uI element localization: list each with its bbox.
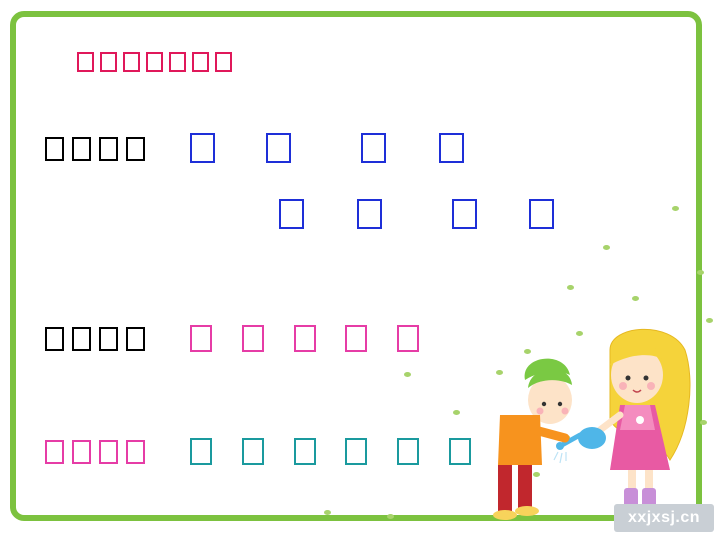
row-1-item bbox=[190, 133, 215, 163]
title-glyph bbox=[123, 52, 140, 72]
title-glyph bbox=[77, 52, 94, 72]
leaf-decoration bbox=[567, 285, 574, 290]
leaf-decoration bbox=[603, 245, 610, 250]
title-glyph bbox=[146, 52, 163, 72]
leaf-decoration bbox=[324, 510, 331, 515]
row-2-label bbox=[45, 327, 145, 351]
row-2-item bbox=[242, 325, 264, 352]
row-2-item bbox=[397, 325, 419, 352]
girl-figure bbox=[596, 328, 691, 510]
row-3-label bbox=[45, 440, 145, 464]
row-3-label-glyph bbox=[99, 440, 118, 464]
row-2-item bbox=[345, 325, 367, 352]
slide-title bbox=[77, 52, 232, 72]
two-children-watering-plant-illustration bbox=[493, 328, 691, 520]
title-glyph bbox=[169, 52, 186, 72]
row-1-label-glyph bbox=[126, 137, 145, 161]
row-3-label-glyph bbox=[72, 440, 91, 464]
row-3-item bbox=[345, 438, 367, 465]
row-1-item bbox=[357, 199, 382, 229]
watering-can-icon bbox=[553, 427, 606, 464]
title-glyph bbox=[215, 52, 232, 72]
row-3-item bbox=[397, 438, 419, 465]
title-glyph bbox=[192, 52, 209, 72]
row-2-label-glyph bbox=[72, 327, 91, 351]
row-1-label-glyph bbox=[45, 137, 64, 161]
row-1-label-glyph bbox=[72, 137, 91, 161]
leaf-decoration bbox=[387, 514, 394, 519]
title-glyph bbox=[100, 52, 117, 72]
row-3-label-glyph bbox=[126, 440, 145, 464]
leaf-decoration bbox=[697, 270, 704, 275]
row-3-item bbox=[190, 438, 212, 465]
row-1-item bbox=[439, 133, 464, 163]
leaf-decoration bbox=[404, 372, 411, 377]
row-1-item bbox=[452, 199, 477, 229]
watermark-logo: xxjxsj.cn bbox=[614, 504, 714, 532]
row-1-item bbox=[529, 199, 554, 229]
row-3-item bbox=[242, 438, 264, 465]
row-1-item bbox=[266, 133, 291, 163]
leaf-decoration bbox=[632, 296, 639, 301]
row-2-label-glyph bbox=[45, 327, 64, 351]
slide: xxjxsj.cn bbox=[0, 0, 720, 540]
row-3-label-glyph bbox=[45, 440, 64, 464]
row-2-item bbox=[294, 325, 316, 352]
row-2-item bbox=[190, 325, 212, 352]
row-2-label-glyph bbox=[99, 327, 118, 351]
row-1-label bbox=[45, 137, 145, 161]
leaf-decoration bbox=[453, 410, 460, 415]
row-3-item bbox=[294, 438, 316, 465]
boy-figure bbox=[493, 358, 572, 520]
row-3-item bbox=[449, 438, 471, 465]
row-1-item bbox=[361, 133, 386, 163]
row-1-item bbox=[279, 199, 304, 229]
row-2-label-glyph bbox=[126, 327, 145, 351]
row-1-label-glyph bbox=[99, 137, 118, 161]
leaf-decoration bbox=[672, 206, 679, 211]
